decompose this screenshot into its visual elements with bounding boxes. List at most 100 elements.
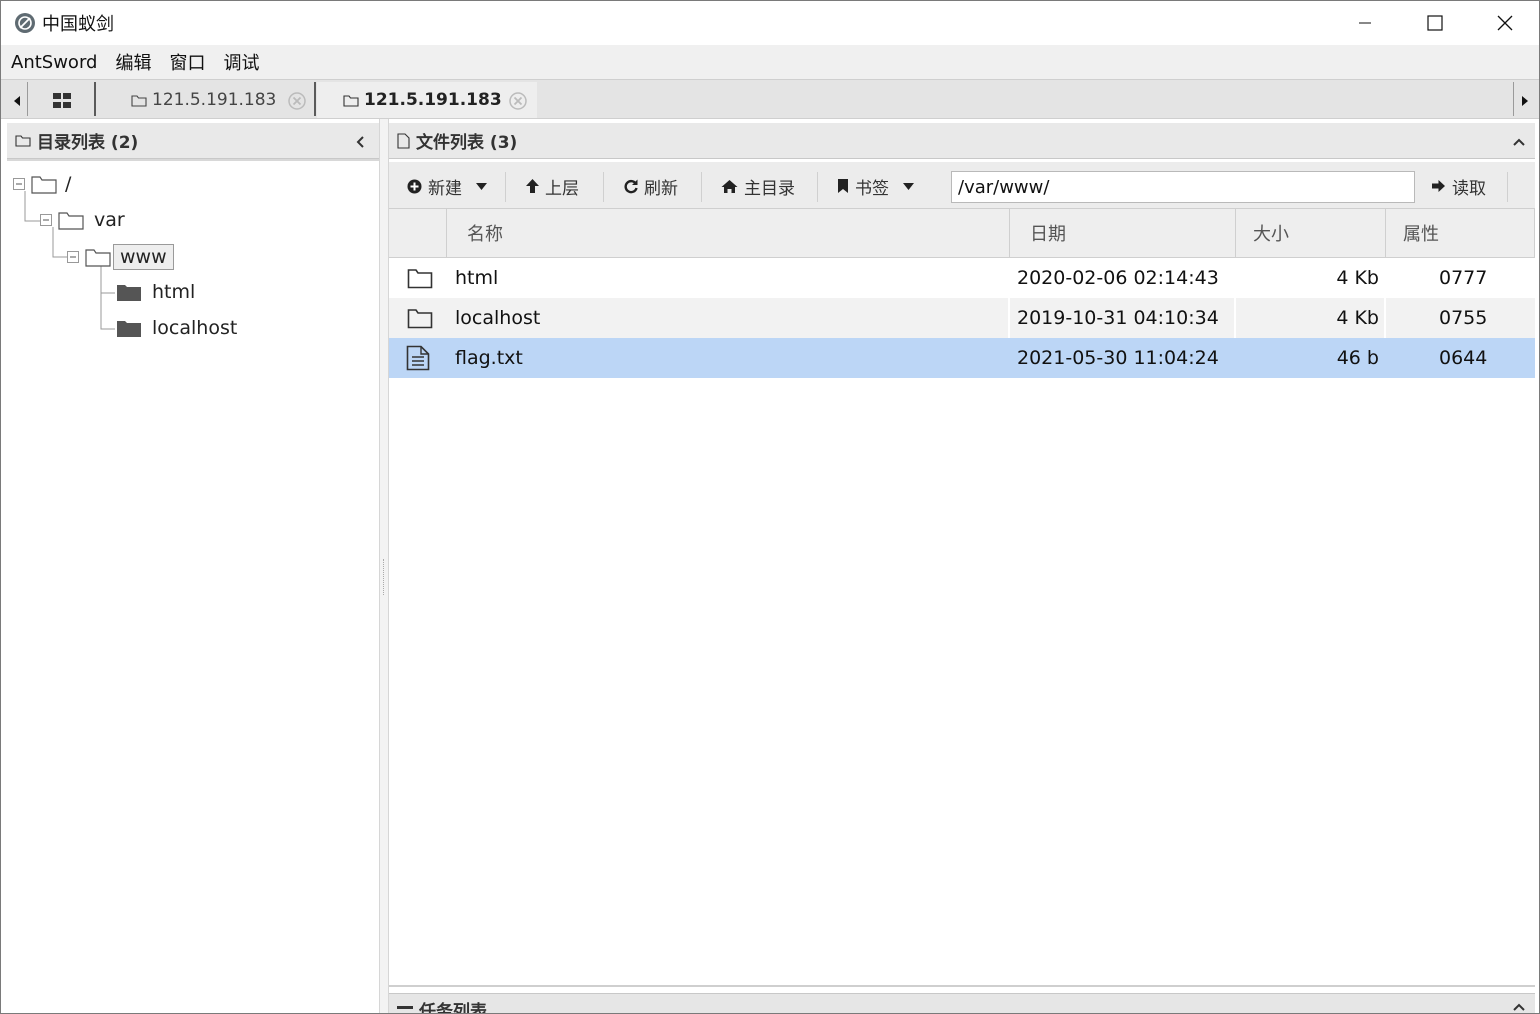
file-permissions: 0755	[1439, 307, 1488, 329]
tab-shell-1[interactable]: 121.5.191.183	[97, 82, 313, 118]
home-button[interactable]: 主目录	[721, 162, 795, 210]
file-row-localhost[interactable]: localhost 2019-10-31 04:10:34 4 Kb 0755	[389, 298, 1535, 338]
file-date: 2021-05-30 11:04:24	[1017, 347, 1219, 369]
column-header-name[interactable]: 名称	[447, 209, 1010, 257]
tree-label: html	[152, 281, 196, 303]
tree-node-root[interactable]: /	[13, 173, 71, 195]
tree-node-www[interactable]: www	[67, 244, 174, 270]
file-text-icon	[406, 345, 430, 371]
tab-close-icon[interactable]	[287, 91, 307, 111]
folder-outline-icon	[31, 176, 57, 194]
tab-scroll-right-button[interactable]	[1517, 86, 1533, 116]
file-name: localhost	[455, 307, 541, 329]
chevron-up-icon[interactable]	[1512, 137, 1526, 147]
up-level-button[interactable]: 上层	[525, 162, 579, 210]
tree-node-var[interactable]: var	[40, 209, 125, 231]
bookmark-icon	[838, 179, 848, 193]
menu-window[interactable]: 窗口	[160, 49, 214, 75]
caret-right-icon	[1522, 96, 1528, 106]
file-name: flag.txt	[455, 347, 523, 369]
column-header-attributes[interactable]: 属性	[1386, 209, 1535, 257]
tab-close-icon[interactable]	[508, 91, 528, 111]
tree-label-selected: www	[113, 244, 174, 270]
folder-filled-icon	[117, 285, 141, 301]
tab-scroll-left-button[interactable]	[9, 86, 25, 116]
maximize-button[interactable]	[1400, 1, 1470, 45]
maximize-icon	[1427, 15, 1443, 31]
read-button[interactable]: 读取	[1431, 162, 1486, 210]
arrow-right-icon	[1432, 180, 1445, 192]
directory-tree: / var www html localhost	[7, 161, 379, 1013]
tree-node-localhost[interactable]: localhost	[117, 317, 237, 339]
task-panel-title: 任务列表	[419, 1002, 487, 1014]
file-name: html	[455, 267, 499, 289]
file-permissions: 0644	[1439, 347, 1488, 369]
folder-outline-icon	[58, 212, 84, 230]
app-window: 中国蚁剑 AntSword 编辑 窗口 调试 121.5.191.183 121…	[0, 0, 1540, 1014]
file-size: 4 Kb	[1336, 267, 1379, 289]
file-size: 4 Kb	[1336, 307, 1379, 329]
file-permissions: 0777	[1439, 267, 1488, 289]
minimize-icon	[1359, 22, 1371, 24]
file-size: 46 b	[1336, 347, 1379, 369]
grid-icon	[53, 92, 71, 108]
collapse-icon[interactable]	[40, 214, 52, 226]
refresh-icon	[624, 179, 638, 194]
column-header-icon	[389, 209, 447, 257]
tree-node-html[interactable]: html	[117, 281, 195, 303]
path-input[interactable]	[951, 171, 1415, 203]
folder-outline-icon	[131, 94, 147, 107]
file-row-flag-txt[interactable]: flag.txt 2021-05-30 11:04:24 46 b 0644	[389, 338, 1535, 378]
caret-down-icon	[476, 182, 487, 190]
file-panel-title: 文件列表 (3)	[416, 133, 518, 153]
antsword-logo-icon	[15, 13, 35, 33]
column-header-size[interactable]: 大小	[1236, 209, 1386, 257]
task-panel-header: 任务列表	[389, 993, 1535, 1014]
close-icon	[1497, 15, 1513, 31]
new-button[interactable]: 新建	[407, 162, 487, 210]
arrow-up-icon	[526, 179, 539, 193]
tree-label: localhost	[152, 317, 238, 339]
window-title: 中国蚁剑	[42, 14, 114, 35]
minimize-button[interactable]	[1330, 1, 1400, 45]
title-bar: 中国蚁剑	[1, 1, 1539, 45]
tab-label: 121.5.191.183	[364, 90, 502, 110]
refresh-button[interactable]: 刷新	[623, 162, 678, 210]
close-window-button[interactable]	[1470, 1, 1539, 45]
folder-outline-icon	[85, 249, 111, 267]
folder-outline-icon	[343, 94, 359, 107]
chevron-left-icon[interactable]	[355, 135, 365, 149]
menu-edit[interactable]: 编辑	[106, 49, 160, 75]
tab-bar: 121.5.191.183 121.5.191.183	[1, 79, 1539, 119]
file-toolbar: 新建 上层 刷新 主目录 书签 读取	[389, 161, 1535, 209]
tab-label: 121.5.191.183	[152, 90, 277, 110]
tab-shell-2[interactable]: 121.5.191.183	[317, 82, 537, 118]
home-icon	[721, 179, 738, 193]
caret-left-icon	[14, 96, 20, 106]
caret-down-icon	[903, 182, 914, 190]
collapse-icon[interactable]	[67, 251, 79, 263]
bookmark-button[interactable]: 书签	[837, 162, 914, 210]
tree-label: /	[65, 173, 72, 195]
plus-circle-icon	[407, 179, 422, 193]
list-icon	[397, 1006, 413, 1009]
folder-outline-icon	[407, 309, 433, 329]
file-date: 2019-10-31 04:10:34	[1017, 307, 1219, 329]
file-date: 2020-02-06 02:14:43	[1017, 267, 1219, 289]
menu-antsword[interactable]: AntSword	[1, 52, 106, 73]
tab-dashboard[interactable]	[31, 82, 93, 118]
file-outline-icon	[397, 132, 410, 149]
collapse-icon[interactable]	[13, 178, 25, 190]
folder-filled-icon	[117, 321, 141, 337]
dir-panel-header: 目录列表 (2)	[7, 123, 379, 159]
file-row-html[interactable]: html 2020-02-06 02:14:43 4 Kb 0777	[389, 258, 1535, 298]
folder-outline-icon	[407, 269, 433, 289]
panel-splitter[interactable]	[379, 119, 389, 1013]
chevron-up-icon[interactable]	[1512, 1002, 1526, 1012]
menu-debug[interactable]: 调试	[214, 49, 268, 75]
column-header-date[interactable]: 日期	[1010, 209, 1236, 257]
folder-outline-icon	[15, 135, 31, 147]
file-grid-header: 名称 日期 大小 属性	[389, 209, 1535, 258]
menu-bar: AntSword 编辑 窗口 调试	[1, 45, 1539, 79]
dir-panel-title: 目录列表 (2)	[37, 133, 139, 153]
